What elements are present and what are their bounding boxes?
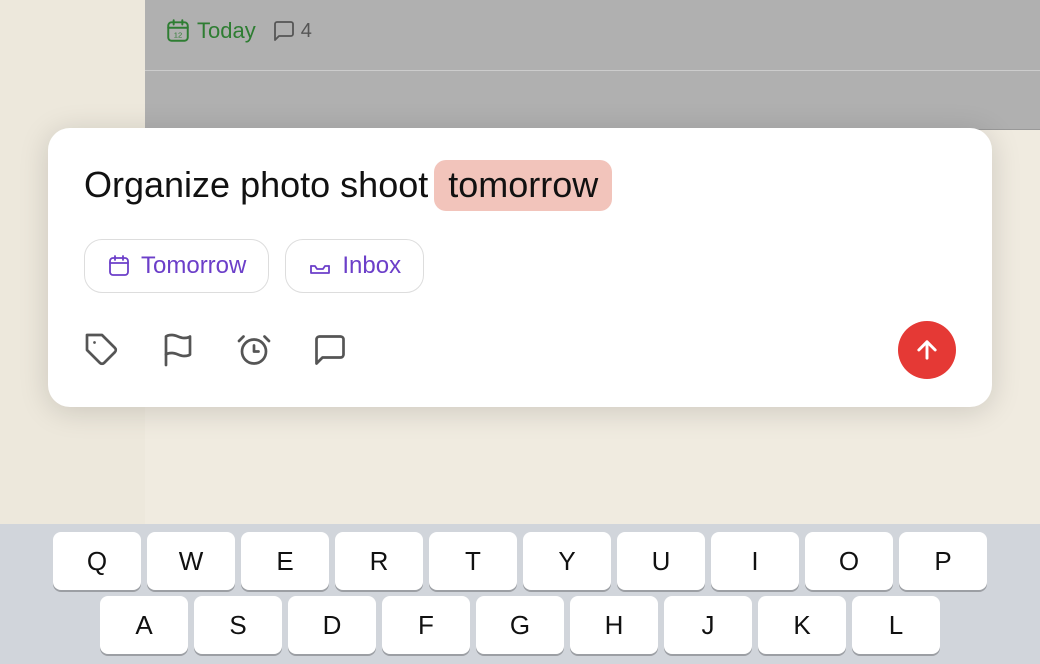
keyboard-row-1: Q W E R T Y U I O P bbox=[4, 532, 1036, 590]
keyboard: Q W E R T Y U I O P A S D F G H J K L bbox=[0, 524, 1040, 664]
key-u[interactable]: U bbox=[617, 532, 705, 590]
key-d[interactable]: D bbox=[288, 596, 376, 654]
key-q[interactable]: Q bbox=[53, 532, 141, 590]
key-j[interactable]: J bbox=[664, 596, 752, 654]
keyboard-row-2: A S D F G H J K L bbox=[4, 596, 1036, 654]
svg-text:12: 12 bbox=[174, 31, 182, 40]
key-i[interactable]: I bbox=[711, 532, 799, 590]
send-button[interactable] bbox=[898, 321, 956, 379]
inbox-chip-icon bbox=[308, 254, 332, 278]
divider bbox=[145, 70, 1040, 71]
comment-count: 4 bbox=[301, 20, 312, 43]
calendar-icon: 12 bbox=[165, 18, 191, 44]
comment-section: 4 bbox=[272, 19, 312, 43]
key-e[interactable]: E bbox=[241, 532, 329, 590]
key-k[interactable]: K bbox=[758, 596, 846, 654]
key-p[interactable]: P bbox=[899, 532, 987, 590]
today-section: 12 Today bbox=[165, 18, 256, 44]
comment-icon bbox=[272, 19, 296, 43]
icon-toolbar bbox=[84, 321, 956, 379]
key-l[interactable]: L bbox=[852, 596, 940, 654]
key-f[interactable]: F bbox=[382, 596, 470, 654]
task-highlight: tomorrow bbox=[434, 160, 612, 211]
flag-icon[interactable] bbox=[160, 332, 196, 368]
key-h[interactable]: H bbox=[570, 596, 658, 654]
key-o[interactable]: O bbox=[805, 532, 893, 590]
key-w[interactable]: W bbox=[147, 532, 235, 590]
task-text: Organize photo shoot tomorrow bbox=[84, 160, 956, 211]
task-input-card: Organize photo shoot tomorrow Tomorrow I… bbox=[48, 128, 992, 407]
alarm-icon[interactable] bbox=[236, 332, 272, 368]
tomorrow-chip-label: Tomorrow bbox=[141, 252, 246, 280]
calendar-chip-icon bbox=[107, 254, 131, 278]
comment-toolbar-icon[interactable] bbox=[312, 332, 348, 368]
key-y[interactable]: Y bbox=[523, 532, 611, 590]
inbox-chip-label: Inbox bbox=[342, 252, 401, 280]
key-g[interactable]: G bbox=[476, 596, 564, 654]
tomorrow-chip[interactable]: Tomorrow bbox=[84, 239, 269, 293]
key-a[interactable]: A bbox=[100, 596, 188, 654]
today-label: Today bbox=[197, 18, 256, 44]
task-prefix: Organize photo shoot bbox=[84, 162, 428, 209]
app-top-bar: 12 Today 4 bbox=[145, 0, 1040, 130]
send-arrow-icon bbox=[913, 336, 941, 364]
key-s[interactable]: S bbox=[194, 596, 282, 654]
chips-row: Tomorrow Inbox bbox=[84, 239, 956, 293]
inbox-chip[interactable]: Inbox bbox=[285, 239, 424, 293]
key-r[interactable]: R bbox=[335, 532, 423, 590]
tag-icon[interactable] bbox=[84, 332, 120, 368]
key-t[interactable]: T bbox=[429, 532, 517, 590]
